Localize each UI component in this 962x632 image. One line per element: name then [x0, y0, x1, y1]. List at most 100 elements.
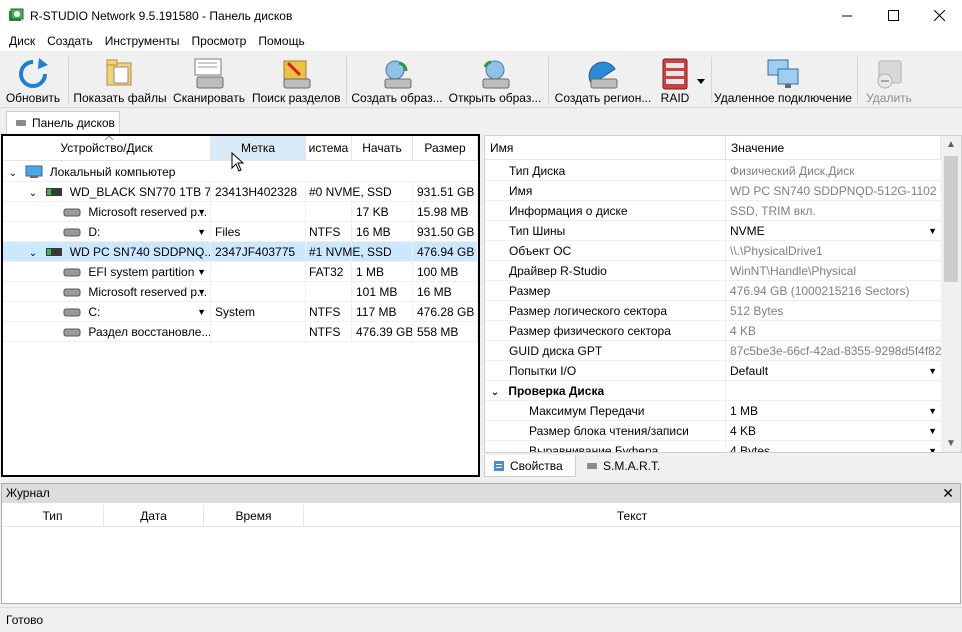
scan-button[interactable]: Сканировать	[172, 53, 246, 107]
tab-smart[interactable]: S.M.A.R.T.	[578, 455, 668, 477]
chevron-down-icon[interactable]: ▼	[197, 202, 206, 221]
menu-bar: Диск Создать Инструменты Просмотр Помощь	[0, 31, 962, 51]
property-row[interactable]: Размер блока чтения/записи 4 KB ▼	[485, 421, 941, 441]
menu-disk[interactable]: Диск	[3, 31, 41, 51]
buffer-alignment-select[interactable]: 4 Bytes ▼	[726, 441, 941, 452]
column-header-type[interactable]: Тип	[2, 505, 104, 527]
table-row[interactable]: Microsoft reserved p... ▼ 17 KB 15.98 MB	[3, 202, 478, 222]
toolbar-separator	[711, 57, 712, 103]
menu-help[interactable]: Помощь	[252, 31, 310, 51]
table-row[interactable]: Microsoft reserved p... ▼ 101 MB 16 MB	[3, 282, 478, 302]
property-row[interactable]: Тип Диска Физический Диск,Диск	[485, 161, 941, 181]
property-row[interactable]: Тип Шины NVME ▼	[485, 221, 941, 241]
property-row[interactable]: Имя WD PC SN740 SDDPNQD-512G-1102 7...	[485, 181, 941, 201]
refresh-icon	[19, 58, 48, 88]
collapse-icon[interactable]: ⌄	[27, 184, 39, 201]
max-transfer-select[interactable]: 1 MB ▼	[726, 401, 941, 421]
properties-panel: Имя Значение Тип Диска Физический Диск,Д…	[484, 135, 962, 453]
chevron-down-icon[interactable]: ▼	[197, 262, 206, 281]
toolbar-separator	[346, 57, 347, 103]
property-group-row[interactable]: ⌄ Проверка Диска	[485, 381, 941, 401]
column-header-time[interactable]: Время	[204, 505, 304, 527]
refresh-button[interactable]: Обновить	[3, 53, 63, 107]
drive-icon	[16, 120, 26, 126]
properties-scrollbar[interactable]: ▲ ▼	[941, 136, 961, 452]
create-image-icon	[384, 60, 412, 89]
menu-tools[interactable]: Инструменты	[99, 31, 186, 51]
create-region-button[interactable]: Создать регион...	[553, 53, 653, 107]
io-attempts-select[interactable]: Default ▼	[726, 361, 941, 381]
table-row[interactable]: C: ▼ System NTFS 117 MB 476.28 GB	[3, 302, 478, 322]
tab-drives-panel[interactable]: Панель дисков	[6, 111, 120, 134]
drive-list-panel: Устройство/Диск Метка истема Начать Разм…	[1, 134, 480, 477]
create-image-button[interactable]: Создать образ...	[351, 53, 443, 107]
find-partitions-icon	[283, 60, 311, 89]
property-row[interactable]: Драйвер R-Studio WinNT\Handle\Physical	[485, 261, 941, 281]
raid-button[interactable]: RAID	[656, 53, 694, 107]
scroll-thumb[interactable]	[944, 156, 958, 282]
chevron-down-icon[interactable]: ▼	[928, 221, 937, 241]
menu-view[interactable]: Просмотр	[186, 31, 253, 51]
property-row[interactable]: Размер логического сектора 512 Bytes	[485, 301, 941, 321]
column-header-size[interactable]: Размер	[413, 136, 478, 161]
journal-header: Тип Дата Время Текст	[2, 505, 960, 527]
property-row[interactable]: GUID диска GPT 87c5be3e-66cf-42ad-8355-9…	[485, 341, 941, 361]
collapse-icon[interactable]: ⌄	[7, 164, 19, 181]
open-image-button[interactable]: Открыть образ...	[448, 53, 542, 107]
close-button[interactable]	[916, 0, 962, 31]
table-row-selected[interactable]: ⌄ WD PC SN740 SDDPNQ... 2347JF403775 #1 …	[3, 242, 478, 262]
smart-drive-icon	[587, 463, 597, 469]
journal-panel: Журнал ✕ Тип Дата Время Текст	[1, 483, 961, 604]
table-row[interactable]: EFI system partition ▼ FAT32 1 MB 100 MB	[3, 262, 478, 282]
chevron-down-icon[interactable]: ▼	[928, 441, 937, 452]
property-row[interactable]: Размер физического сектора 4 KB	[485, 321, 941, 341]
delete-disk-icon	[877, 60, 902, 89]
chevron-down-icon[interactable]: ▼	[197, 222, 206, 241]
tab-properties[interactable]: Свойства	[484, 455, 576, 477]
scroll-up-icon[interactable]: ▲	[941, 136, 961, 153]
table-row[interactable]: Раздел восстановле... NTFS 476.39 GB 558…	[3, 322, 478, 342]
collapse-icon[interactable]: ⌄	[27, 244, 39, 261]
property-row[interactable]: Объект ОС \\.\PhysicalDrive1	[485, 241, 941, 261]
column-header-value[interactable]: Значение	[726, 136, 941, 160]
property-row[interactable]: Максимум Передачи 1 MB ▼	[485, 401, 941, 421]
raid-dropdown[interactable]	[694, 53, 708, 107]
property-row[interactable]: Информация о диске SSD, TRIM вкл.	[485, 201, 941, 221]
minimize-button[interactable]	[824, 0, 870, 31]
chevron-down-icon[interactable]: ▼	[928, 421, 937, 441]
app-icon	[9, 8, 24, 21]
property-row[interactable]: Попытки I/O Default ▼	[485, 361, 941, 381]
scan-disk-icon	[194, 58, 224, 89]
bus-type-select[interactable]: NVME ▼	[726, 221, 941, 241]
table-row[interactable]: ⌄ WD_BLACK SN770 1TB 7... 23413H402328 #…	[3, 182, 478, 202]
properties-icon	[494, 460, 504, 471]
maximize-icon	[887, 10, 899, 21]
column-header-start[interactable]: Начать	[352, 136, 413, 161]
property-row[interactable]: Выравнивание Буфера 4 Bytes ▼	[485, 441, 941, 452]
column-header-filesystem[interactable]: истема	[306, 136, 352, 161]
chevron-down-icon[interactable]: ▼	[928, 401, 937, 421]
chevron-down-icon[interactable]: ▼	[197, 282, 206, 301]
property-row[interactable]: Размер 476.94 GB (1000215216 Sectors)	[485, 281, 941, 301]
show-files-button[interactable]: Показать файлы	[73, 53, 167, 107]
delete-button[interactable]: Удалить	[861, 53, 917, 107]
chevron-down-icon[interactable]: ▼	[928, 361, 937, 381]
table-row[interactable]: D: ▼ Files NTFS 16 MB 931.50 GB	[3, 222, 478, 242]
partition-icon	[63, 288, 81, 297]
close-icon[interactable]: ✕	[942, 484, 954, 503]
remote-connection-button[interactable]: Удаленное подключение	[714, 53, 852, 107]
menu-create[interactable]: Создать	[41, 31, 99, 51]
partition-icon	[63, 208, 81, 217]
collapse-icon[interactable]: ⌄	[489, 383, 501, 401]
properties-tabs: Свойства S.M.A.R.T.	[484, 455, 962, 477]
maximize-button[interactable]	[870, 0, 916, 31]
block-size-select[interactable]: 4 KB ▼	[726, 421, 941, 441]
column-header-label[interactable]: Метка	[211, 136, 306, 161]
chevron-down-icon[interactable]: ▼	[197, 302, 206, 321]
scroll-down-icon[interactable]: ▼	[941, 435, 961, 452]
remote-connection-icon	[767, 59, 799, 88]
column-header-name[interactable]: Имя	[485, 136, 726, 160]
column-header-date[interactable]: Дата	[104, 505, 204, 527]
find-partitions-button[interactable]: Поиск разделов	[252, 53, 341, 107]
column-header-text[interactable]: Текст	[304, 505, 960, 527]
